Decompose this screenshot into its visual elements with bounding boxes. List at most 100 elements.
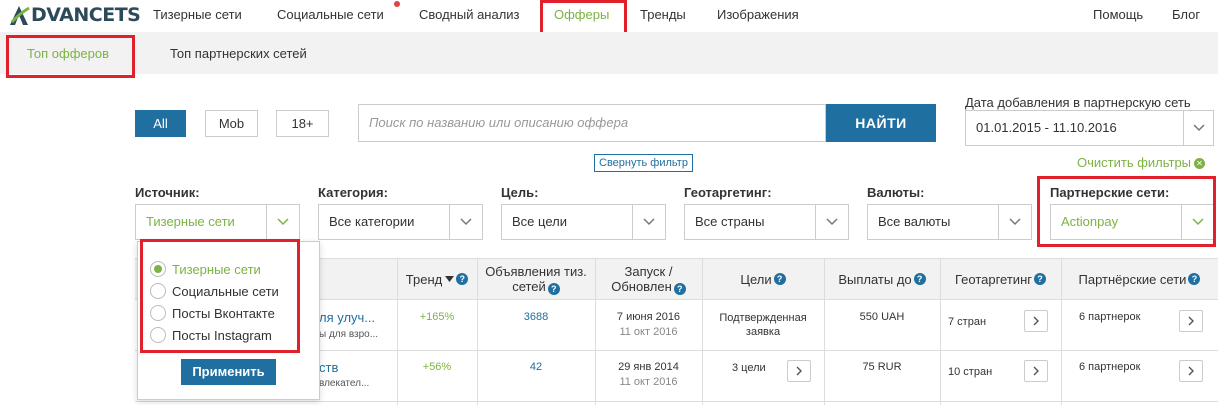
help-icon[interactable]: ? bbox=[1034, 273, 1046, 285]
sub-navigation: Топ офферов Топ партнерских сетей bbox=[0, 32, 1218, 74]
offer-title[interactable]: ля улуч... bbox=[319, 310, 375, 325]
logo-a-icon bbox=[8, 4, 30, 26]
geo-value: 7 стран bbox=[948, 316, 987, 328]
chevron-right-icon bbox=[1188, 316, 1194, 326]
currency-select[interactable]: Все валюты bbox=[867, 204, 1032, 240]
help-icon[interactable]: ? bbox=[547, 282, 560, 295]
goals-value: 3 цели bbox=[732, 362, 766, 374]
offer-title[interactable]: ств bbox=[319, 360, 338, 375]
collapse-filter-button[interactable]: Свернуть фильтр bbox=[594, 154, 693, 172]
chevron-down-icon[interactable] bbox=[998, 205, 1031, 239]
nav-trends[interactable]: Тренды bbox=[640, 7, 686, 22]
nav-blog[interactable]: Блог bbox=[1172, 7, 1200, 22]
filter-label-goal: Цель: bbox=[501, 185, 539, 200]
ads-count[interactable]: 42 bbox=[477, 361, 595, 373]
clear-icon: ✕ bbox=[1194, 158, 1206, 169]
chevron-right-icon bbox=[1033, 366, 1039, 376]
geo-value: 10 стран bbox=[948, 366, 993, 378]
filter-label-geo: Геотаргетинг: bbox=[684, 185, 772, 200]
goal-select[interactable]: Все цели bbox=[501, 204, 666, 240]
column-divider bbox=[595, 258, 596, 405]
chevron-down-icon[interactable] bbox=[1183, 111, 1213, 145]
help-icon[interactable]: ? bbox=[456, 273, 469, 285]
apply-button[interactable]: Применить bbox=[181, 359, 276, 385]
th-trend-label: Тренд bbox=[405, 271, 443, 287]
help-icon[interactable]: ? bbox=[773, 273, 786, 285]
chevron-down-icon[interactable] bbox=[449, 205, 482, 239]
filter-all-button[interactable]: All bbox=[135, 110, 186, 137]
help-icon[interactable]: ? bbox=[1188, 273, 1201, 285]
nav-social-networks[interactable]: Социальные сети bbox=[277, 7, 384, 22]
category-select[interactable]: Все категории bbox=[318, 204, 483, 240]
clear-filters-link[interactable]: Очистить фильтры ✕ bbox=[1077, 155, 1206, 170]
goals-expand-button[interactable] bbox=[787, 360, 811, 382]
payout-value: 75 RUR bbox=[862, 361, 902, 373]
logo[interactable]: DVANCETS bbox=[8, 3, 141, 27]
logo-text: DVANCETS bbox=[31, 4, 141, 26]
filter-18plus-button[interactable]: 18+ bbox=[276, 110, 329, 137]
launch-date: 7 июня 2016 bbox=[616, 311, 681, 323]
date-label: Дата добавления в партнерскую сеть bbox=[965, 95, 1191, 110]
help-icon[interactable]: ? bbox=[673, 282, 686, 295]
th-networks: Партнёрские сети? bbox=[1061, 259, 1218, 299]
date-range-field[interactable]: 01.01.2015 - 11.10.2016 bbox=[965, 110, 1214, 146]
highlight-source-options bbox=[140, 239, 300, 353]
column-divider bbox=[940, 258, 941, 405]
filter-label-source: Источник: bbox=[135, 185, 200, 200]
column-divider bbox=[702, 258, 703, 405]
launch-date: 29 янв 2014 bbox=[618, 361, 679, 373]
geo-select-value: Все страны bbox=[695, 214, 765, 229]
sort-down-icon bbox=[445, 276, 455, 282]
th-launch-label: Запуск / Обновлен bbox=[611, 263, 673, 294]
nav-images[interactable]: Изображения bbox=[717, 7, 799, 22]
th-ads: Объявления тиз. сетей? bbox=[477, 259, 595, 299]
nav-teaser-networks[interactable]: Тизерные сети bbox=[153, 7, 242, 22]
column-divider bbox=[477, 258, 478, 405]
th-launch: Запуск / Обновлен? bbox=[595, 259, 702, 299]
geo-expand-button[interactable] bbox=[1024, 310, 1048, 332]
tab-top-partner-networks[interactable]: Топ партнерских сетей bbox=[170, 46, 307, 61]
th-networks-label: Партнёрские сети bbox=[1078, 271, 1187, 287]
chevron-right-icon bbox=[1188, 366, 1194, 376]
chevron-down-icon[interactable] bbox=[632, 205, 665, 239]
geo-select[interactable]: Все страны bbox=[684, 204, 849, 240]
search-input[interactable]: Поиск по названию или описанию оффера bbox=[358, 104, 826, 142]
chevron-down-icon[interactable] bbox=[266, 205, 299, 239]
th-goals: Цели? bbox=[702, 259, 824, 299]
ads-count[interactable]: 3688 bbox=[477, 311, 595, 323]
trend-value: +56% bbox=[422, 361, 452, 373]
updated-date: 11 окт 2016 bbox=[619, 376, 678, 388]
filter-label-currency: Валюты: bbox=[867, 185, 925, 200]
offer-subtitle: влекател... bbox=[319, 378, 370, 389]
help-icon[interactable]: ? bbox=[913, 273, 926, 285]
geo-expand-button[interactable] bbox=[1024, 360, 1048, 382]
th-trend[interactable]: Тренд? bbox=[397, 259, 477, 299]
notification-dot bbox=[394, 1, 400, 7]
column-divider bbox=[397, 258, 398, 405]
updated-date: 11 окт 2016 bbox=[619, 326, 678, 338]
source-select[interactable]: Тизерные сети bbox=[135, 204, 300, 240]
offer-subtitle: ы для взро... bbox=[319, 329, 379, 340]
category-select-value: Все категории bbox=[329, 214, 415, 229]
networks-expand-button[interactable] bbox=[1179, 360, 1203, 382]
chevron-right-icon bbox=[1033, 316, 1039, 326]
th-payout: Выплаты до? bbox=[824, 259, 940, 299]
nav-summary-analysis[interactable]: Сводный анализ bbox=[419, 7, 520, 22]
th-goals-label: Цели bbox=[740, 271, 772, 287]
search-button[interactable]: НАЙТИ bbox=[826, 104, 936, 142]
networks-expand-button[interactable] bbox=[1179, 310, 1203, 332]
date-range-value: 01.01.2015 - 11.10.2016 bbox=[976, 120, 1117, 135]
nav-help[interactable]: Помощь bbox=[1093, 7, 1143, 22]
chevron-right-icon bbox=[796, 366, 802, 376]
goals-value: Подтвержденная заявка bbox=[719, 312, 807, 338]
column-divider bbox=[1061, 258, 1062, 405]
networks-value: 6 партнерок bbox=[1079, 361, 1141, 373]
networks-value: 6 партнерок bbox=[1079, 311, 1141, 323]
clear-filters-label: Очистить фильтры bbox=[1077, 155, 1192, 170]
filter-mob-button[interactable]: Mob bbox=[205, 110, 258, 137]
th-ads-label: Объявления тиз. сетей bbox=[485, 263, 587, 294]
th-geo: Геотаргетинг? bbox=[940, 259, 1061, 299]
trend-value: +165% bbox=[419, 311, 455, 323]
chevron-down-icon[interactable] bbox=[815, 205, 848, 239]
filter-label-category: Категория: bbox=[318, 185, 388, 200]
